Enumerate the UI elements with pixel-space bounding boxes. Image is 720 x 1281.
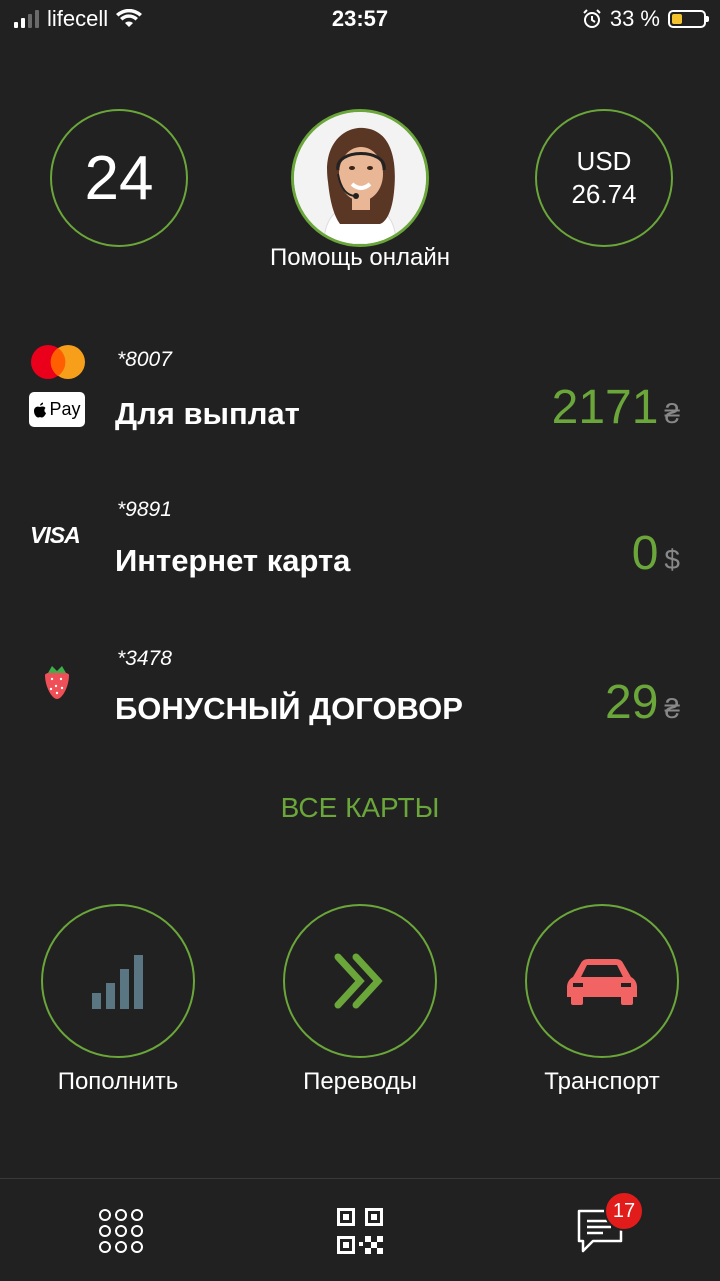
account-name: БОНУСНЫЙ ДОГОВОР	[115, 691, 463, 726]
menu-tab[interactable]	[91, 1201, 151, 1261]
currency-symbol: $	[664, 544, 680, 575]
apple-pay-icon: Pay	[29, 392, 85, 427]
signal-bars-icon	[92, 955, 143, 1009]
battery-percent: 33 %	[609, 6, 660, 31]
transfers-label[interactable]: Переводы	[250, 1068, 470, 1096]
battery-charging-icon	[668, 10, 709, 28]
mastercard-icon	[31, 345, 85, 379]
qr-code-icon	[337, 1208, 383, 1254]
support-avatar-button[interactable]	[291, 109, 429, 247]
top-up-button[interactable]	[41, 904, 195, 1058]
status-bar: lifecell 23:57 33 %	[0, 0, 720, 40]
support-agent-avatar	[294, 112, 426, 244]
transport-label[interactable]: Транспорт	[492, 1068, 712, 1096]
exchange-rate: 26.74	[571, 179, 637, 209]
account-balance: 2171 ₴	[552, 380, 680, 435]
currency-code: USD	[576, 146, 632, 176]
qr-tab[interactable]	[330, 1201, 390, 1261]
balance-value: 2171	[551, 381, 659, 434]
menu-grid-icon	[99, 1209, 143, 1253]
balance-value: 0	[631, 527, 659, 580]
notification-badge: 17	[604, 1191, 644, 1231]
double-chevron-icon	[334, 953, 383, 1009]
account-row[interactable]: Pay *8007 Для выплат 2171 ₴	[0, 340, 720, 440]
alarm-icon	[583, 9, 601, 28]
status-right: 33 %	[582, 6, 709, 32]
all-cards-link[interactable]: ВСЕ КАРТЫ	[0, 792, 720, 824]
messages-tab[interactable]: 17	[570, 1191, 644, 1261]
account-name: Для выплат	[115, 396, 300, 431]
account-balance: 29 ₴	[605, 675, 680, 730]
bottom-nav: 17	[0, 1178, 720, 1281]
support-label[interactable]: Помощь онлайн	[0, 244, 720, 272]
account-name: Интернет карта	[115, 543, 351, 578]
currency-symbol: ₴	[664, 693, 680, 724]
transport-button[interactable]	[525, 904, 679, 1058]
balance-value: 29	[605, 676, 659, 729]
currency-symbol: ₴	[664, 398, 680, 429]
counter-value: 24	[84, 143, 154, 213]
account-row[interactable]: VISA *9891 Интернет карта 0 $	[0, 488, 720, 588]
transfers-button[interactable]	[283, 904, 437, 1058]
strawberry-icon	[45, 666, 69, 699]
account-number: *3478	[117, 647, 172, 670]
counter-button[interactable]: 24	[50, 109, 188, 247]
account-row[interactable]: *3478 БОНУСНЫЙ ДОГОВОР 29 ₴	[0, 637, 720, 737]
car-icon	[567, 959, 637, 1005]
top-up-label[interactable]: Пополнить	[8, 1068, 228, 1096]
account-number: *9891	[117, 498, 172, 521]
visa-icon: VISA	[30, 522, 81, 548]
account-balance: 0 $	[632, 526, 680, 581]
exchange-rate-button[interactable]: USD 26.74	[535, 109, 673, 247]
account-number: *8007	[117, 348, 172, 371]
